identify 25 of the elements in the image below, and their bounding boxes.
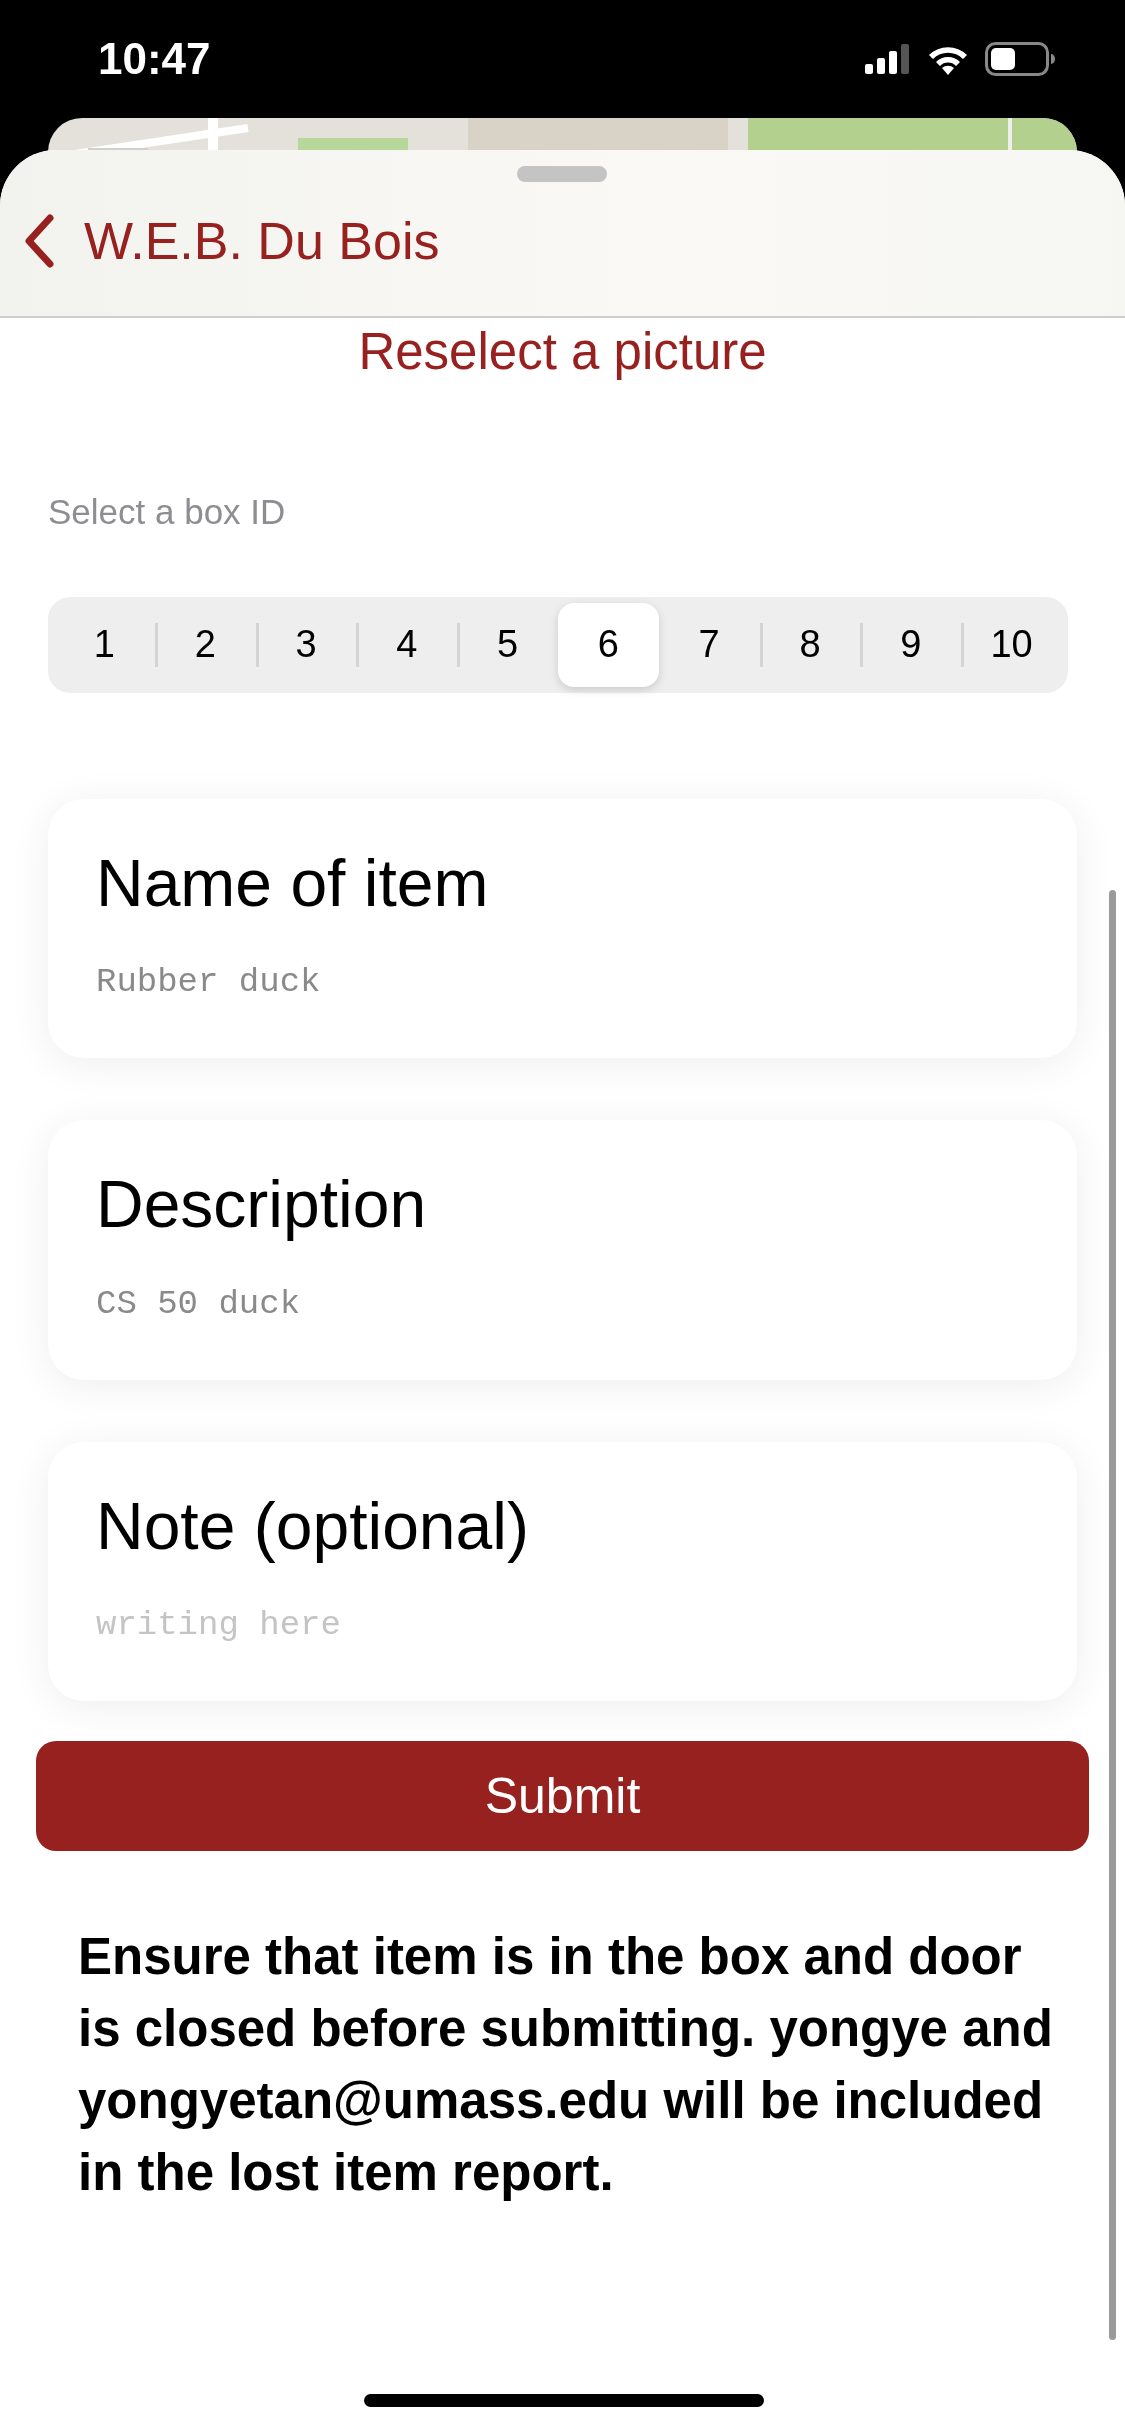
segmented-control[interactable]: 1 2 3 4 5 6 7 8 9 10 bbox=[48, 596, 1068, 693]
signal-icon bbox=[865, 44, 911, 74]
battery-icon bbox=[985, 42, 1055, 76]
segment-option[interactable]: 2 bbox=[154, 602, 256, 687]
field-label: Description bbox=[96, 1168, 427, 1241]
reselect-picture-link[interactable]: Reselect a picture bbox=[358, 324, 767, 381]
field-label: Note (optional) bbox=[96, 1489, 529, 1563]
segment-option[interactable]: 9 bbox=[860, 602, 962, 687]
chevron-left-icon bbox=[24, 214, 54, 268]
text-input[interactable]: writing here bbox=[96, 1600, 596, 1652]
segment-option[interactable]: 10 bbox=[961, 602, 1062, 687]
segment-option[interactable]: 7 bbox=[658, 602, 760, 687]
status-time: 10:47 bbox=[98, 33, 211, 85]
segment-option[interactable]: 3 bbox=[255, 602, 357, 687]
segment-option[interactable]: 5 bbox=[457, 602, 558, 687]
submit-button[interactable]: Submit bbox=[36, 1741, 1089, 1852]
segment-option[interactable]: 8 bbox=[759, 602, 861, 687]
field-label: Select a box ID bbox=[48, 492, 286, 532]
segment-option[interactable]: 6 bbox=[558, 602, 659, 687]
sheet-grabber[interactable] bbox=[517, 166, 607, 182]
field-label: Name of item bbox=[96, 846, 489, 920]
segment-option[interactable]: 1 bbox=[54, 602, 155, 687]
notice-text: Ensure that item is in the box and door is closed before submitting. yongye and yongyetan@umass.edu will be included in the lost item report. bbox=[78, 1927, 1054, 2204]
segment-option[interactable]: 4 bbox=[356, 602, 458, 687]
back-button[interactable]: W.E.B. Du Bois bbox=[24, 202, 440, 280]
